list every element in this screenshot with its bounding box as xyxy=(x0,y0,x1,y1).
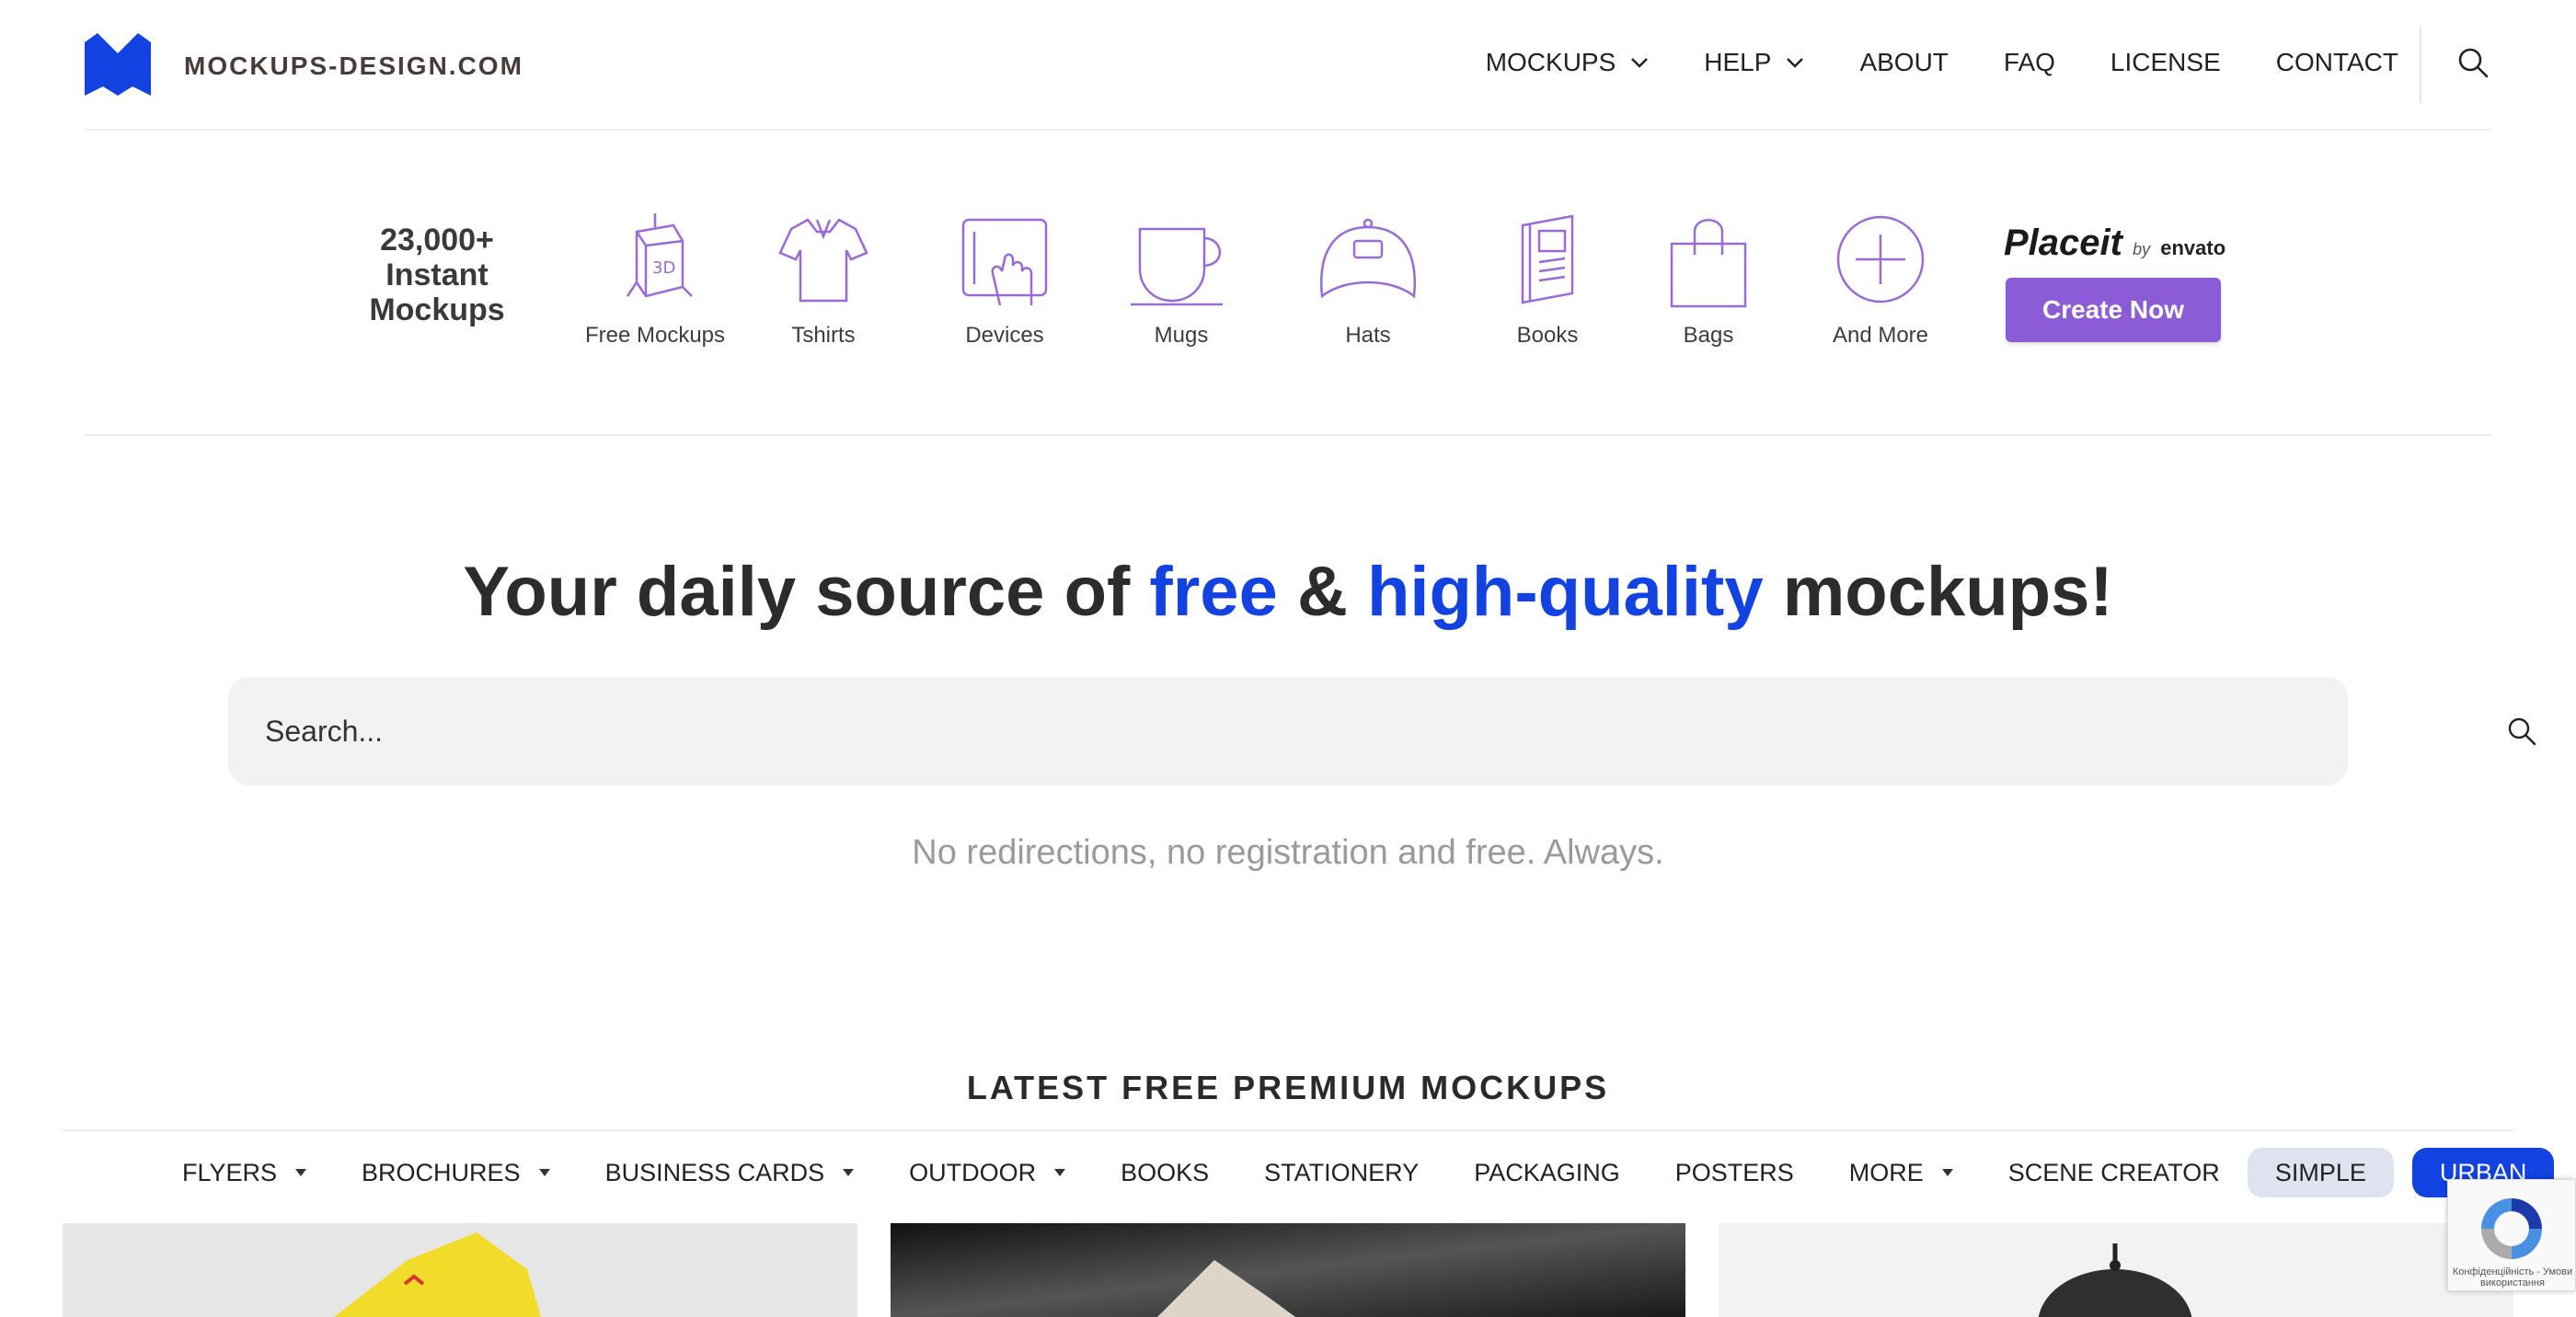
nav-help[interactable]: HELP xyxy=(1704,48,1804,77)
category-books[interactable]: Books xyxy=(1474,209,1621,349)
card-thumbnail xyxy=(334,1232,541,1317)
category-bags[interactable]: Bags xyxy=(1635,209,1782,349)
filter-more[interactable]: MORE xyxy=(1849,1159,1953,1187)
nav-license[interactable]: LICENSE xyxy=(2110,48,2221,77)
card-thumbnail xyxy=(2038,1243,2192,1317)
filter-label: MORE xyxy=(1848,1158,1924,1186)
placeit-brand: Placeit xyxy=(2004,223,2122,263)
hat-icon xyxy=(1319,218,1417,299)
plus-circle-icon xyxy=(1836,215,1925,303)
category-label: Hats xyxy=(1345,323,1391,348)
caret-down-icon xyxy=(1941,1169,1953,1176)
search-icon[interactable] xyxy=(2456,46,2490,79)
filter-packaging[interactable]: PACKAGING xyxy=(1474,1159,1620,1187)
filter-label: BUSINESS CARDS xyxy=(604,1158,825,1186)
nav-divider xyxy=(2420,26,2421,103)
filter-label: BROCHURES xyxy=(362,1158,521,1186)
recaptcha-icon xyxy=(2481,1198,2542,1259)
mockup-card[interactable] xyxy=(1719,1223,2513,1317)
category-hats[interactable]: Hats xyxy=(1294,209,1442,349)
latest-divider xyxy=(63,1129,2513,1131)
logo-icon[interactable] xyxy=(85,33,151,96)
hero-title-free: free xyxy=(1149,553,1278,631)
chevron-down-icon xyxy=(1631,58,1649,68)
category-devices[interactable]: Devices xyxy=(931,209,1078,349)
filter-posters[interactable]: POSTERS xyxy=(1675,1159,1794,1187)
category-label: Tshirts xyxy=(791,323,856,348)
nav-help-label: HELP xyxy=(1704,48,1772,76)
count-number: 23,000+ xyxy=(380,223,494,258)
search-icon[interactable] xyxy=(2506,716,2537,747)
filter-outdoor[interactable]: OUTDOOR xyxy=(909,1158,1066,1187)
bag-icon xyxy=(1670,219,1747,308)
caret-down-icon xyxy=(538,1169,550,1176)
category-label: And More xyxy=(1832,323,1929,348)
hero-title: Your daily source of free & high-quality… xyxy=(0,552,2576,632)
category-label: Bags xyxy=(1683,323,1734,348)
nav-mockups[interactable]: MOCKUPS xyxy=(1486,48,1650,77)
count-line2: Instant xyxy=(385,258,489,292)
main-nav: MOCKUPS HELP ABOUT FAQ LICENSE CONTACT xyxy=(1431,48,2398,77)
filter-brochures[interactable]: BROCHURES xyxy=(362,1159,550,1187)
category-and-more[interactable]: And More xyxy=(1807,209,1954,349)
svg-text:3D: 3D xyxy=(652,258,675,278)
category-mugs[interactable]: Mugs xyxy=(1108,209,1255,349)
placeit-by: by xyxy=(2133,240,2151,258)
hero-title-part1: Your daily source of xyxy=(463,553,1150,631)
hero-title-part2: mockups! xyxy=(1763,553,2113,631)
mockup-card[interactable] xyxy=(891,1223,1685,1317)
category-label: Mugs xyxy=(1154,323,1209,348)
banner-divider xyxy=(85,434,2491,436)
placeit-banner[interactable]: 23,000+ Instant Mockups 3D Free Mockups … xyxy=(0,131,2576,434)
hero-title-amp: & xyxy=(1277,553,1367,631)
caret-down-icon xyxy=(1054,1169,1066,1176)
tshirt-icon xyxy=(778,218,868,303)
filter-books[interactable]: BOOKS xyxy=(1121,1159,1209,1187)
nav-mockups-label: MOCKUPS xyxy=(1485,48,1616,76)
recaptcha-text: Конфіденційність - Умови використання xyxy=(2452,1266,2573,1288)
category-tshirts[interactable]: Tshirts xyxy=(750,209,897,349)
3d-box-icon: 3D xyxy=(626,213,693,298)
hero-title-hq: high-quality xyxy=(1366,553,1764,631)
filter-business-cards[interactable]: BUSINESS CARDS xyxy=(605,1159,855,1187)
recaptcha-badge[interactable]: Конфіденційність - Умови використання xyxy=(2447,1179,2576,1291)
pill-simple[interactable]: SIMPLE xyxy=(2247,1148,2394,1197)
filter-flyers[interactable]: FLYERS xyxy=(182,1158,307,1187)
mug-icon xyxy=(1131,227,1223,306)
latest-section-title: LATEST FREE PREMIUM MOCKUPS xyxy=(966,1069,1610,1106)
mockup-count: 23,000+ Instant Mockups xyxy=(359,223,515,327)
envato-brand: envato xyxy=(2160,236,2226,259)
placeit-logo: Placeit by envato xyxy=(2004,223,2225,264)
category-label: Devices xyxy=(965,323,1044,348)
hero-search-input[interactable] xyxy=(265,677,2197,785)
site-header: MOCKUPS-DESIGN.COM MOCKUPS HELP ABOUT FA… xyxy=(0,0,2576,129)
device-icon xyxy=(961,218,1048,306)
nav-contact[interactable]: CONTACT xyxy=(2276,48,2398,77)
filter-bar: FLYERS BROCHURES BUSINESS CARDS OUTDOOR … xyxy=(182,1148,2555,1197)
caret-down-icon xyxy=(295,1169,307,1176)
filter-label: FLYERS xyxy=(182,1158,278,1186)
category-label: Free Mockups xyxy=(584,323,726,348)
filter-stationery[interactable]: STATIONERY xyxy=(1264,1159,1419,1187)
count-line3: Mockups xyxy=(369,292,505,327)
chevron-down-icon xyxy=(1787,58,1804,68)
nav-faq[interactable]: FAQ xyxy=(2004,48,2055,77)
hero-tagline: No redirections, no registration and fre… xyxy=(912,833,1664,872)
caret-down-icon xyxy=(843,1169,855,1176)
category-label: Books xyxy=(1516,323,1579,348)
category-free-mockups[interactable]: 3D Free Mockups xyxy=(581,209,729,349)
hero-search-box xyxy=(228,677,2536,785)
logo-text[interactable]: MOCKUPS-DESIGN.COM xyxy=(184,52,523,81)
book-icon xyxy=(1521,214,1574,304)
filter-scene-creator[interactable]: SCENE CREATOR xyxy=(2008,1159,2220,1187)
filter-label: OUTDOOR xyxy=(909,1158,1037,1186)
create-now-button[interactable]: Create Now xyxy=(2006,278,2221,342)
nav-about[interactable]: ABOUT xyxy=(1859,48,1948,77)
card-thumbnail xyxy=(891,1223,1685,1317)
mockup-card[interactable] xyxy=(63,1223,857,1317)
